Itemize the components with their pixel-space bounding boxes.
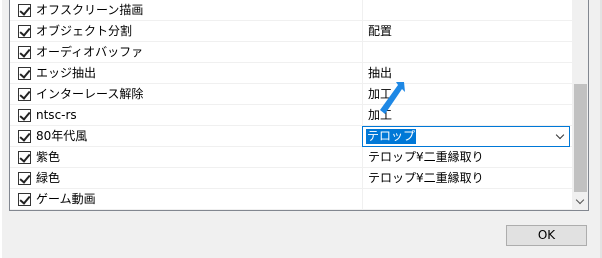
item-value[interactable]: テロップ¥二重縁取り [368,149,484,165]
item-checkbox[interactable] [18,109,31,122]
column-divider [362,84,363,104]
column-divider [362,189,363,209]
item-name: オフスクリーン描画 [36,3,144,17]
list-item[interactable]: 紫色 テロップ¥二重縁取り [10,147,572,168]
list-item[interactable]: エッジ抽出 抽出 [10,63,572,84]
cursor-arrow-icon [380,82,405,114]
item-value[interactable]: 抽出 [368,65,392,81]
item-checkbox[interactable] [18,151,31,164]
list-item[interactable]: ゲーム動画 [10,189,572,210]
item-name: ntsc-rs [36,108,77,122]
window-left-edge [0,0,2,258]
list-item[interactable]: 緑色 テロップ¥二重縁取り [10,168,572,189]
list-item[interactable]: ntsc-rs 加工 [10,105,572,126]
item-checkbox[interactable] [18,4,31,17]
column-divider [362,105,363,125]
item-checkbox[interactable] [18,67,31,80]
item-checkbox[interactable] [18,25,31,38]
scroll-down-arrow-icon[interactable] [575,195,585,205]
item-checkbox[interactable] [18,130,31,143]
item-name: オーディオバッファ [36,45,144,59]
list-item[interactable]: オフスクリーン描画 [10,0,572,21]
column-divider [362,21,363,41]
list-item[interactable]: オーディオバッファ [10,42,572,63]
item-checkbox[interactable] [18,88,31,101]
item-checkbox[interactable] [18,46,31,59]
column-divider [362,0,363,20]
item-value[interactable]: テロップ¥二重縁取り [368,170,484,186]
column-divider [362,168,363,188]
item-name: オブジェクト分割 [36,24,133,38]
list-item[interactable]: オブジェクト分割 配置 [10,21,572,42]
vertical-scrollbar[interactable] [572,0,588,210]
item-name: 緑色 [36,171,61,185]
item-name: インターレース解除 [36,87,144,101]
dropdown-selected-text[interactable]: テロップ [366,129,417,144]
chevron-down-icon[interactable] [555,130,565,140]
item-checkbox[interactable] [18,172,31,185]
list-item[interactable]: 80年代風 テロップ [10,126,572,147]
item-name: 紫色 [36,150,61,164]
column-divider [362,63,363,83]
item-name: エッジ抽出 [36,66,97,80]
item-name: 80年代風 [36,129,88,143]
value-dropdown[interactable]: テロップ [362,126,570,147]
item-checkbox[interactable] [18,193,31,206]
scrollbar-thumb[interactable] [574,84,587,192]
item-value[interactable]: 配置 [368,23,392,39]
settings-list[interactable]: オフスクリーン描画 オブジェクト分割 配置 オーディオバッファ エッジ抽出 抽出… [9,0,589,211]
ok-button[interactable]: OK [506,225,587,246]
column-divider [362,147,363,167]
column-divider [362,42,363,62]
list-item[interactable]: インターレース解除 加工 [10,84,572,105]
item-name: ゲーム動画 [36,192,96,206]
